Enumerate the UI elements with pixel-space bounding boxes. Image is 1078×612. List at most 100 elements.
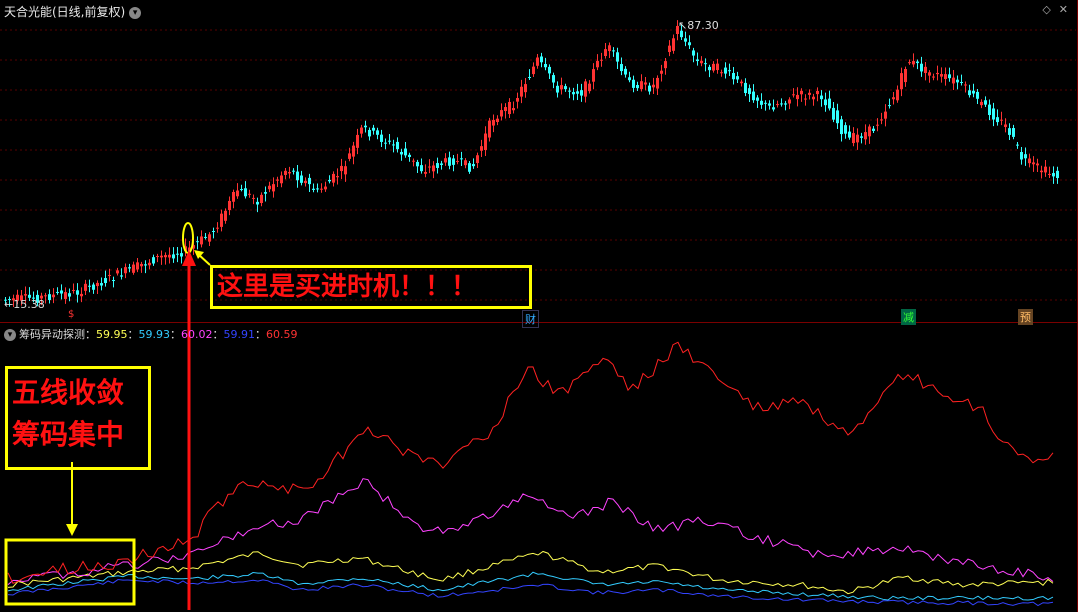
candle-body (464, 160, 467, 166)
candle-body (296, 171, 299, 181)
candle-body (492, 119, 495, 126)
close-icon[interactable]: ✕ (1059, 3, 1068, 16)
candle-body (396, 141, 399, 150)
candle-body (264, 192, 267, 194)
candle-body (196, 241, 199, 243)
candle-body (1056, 170, 1059, 179)
candle-body (228, 200, 231, 211)
candle-body (952, 77, 955, 84)
candle-body (616, 52, 619, 62)
candle-body (740, 81, 743, 84)
candle-body (1008, 128, 1011, 135)
candle-body (252, 197, 255, 199)
candle-body (524, 84, 527, 93)
indicator-line-red (7, 341, 1054, 584)
candle-body (660, 70, 663, 74)
candle-body (780, 103, 783, 105)
candle-body (340, 165, 343, 172)
candle-body (792, 94, 795, 96)
candle-body (72, 289, 75, 291)
candle-body (256, 201, 259, 205)
candle-body (180, 253, 183, 257)
indicator-line-magenta (7, 478, 1054, 586)
candle-body (904, 69, 907, 83)
candle-body (860, 136, 863, 138)
candle-body (528, 77, 531, 79)
candle-body (472, 164, 475, 167)
chevron-down-icon[interactable]: ▾ (4, 329, 16, 341)
candle-body (392, 144, 395, 146)
candle-body (52, 294, 55, 298)
candle-body (1024, 154, 1027, 159)
candle-body (152, 257, 155, 264)
candle-body (768, 103, 771, 106)
candle-body (120, 275, 123, 277)
candle-body (684, 38, 687, 42)
candle-body (944, 74, 947, 79)
candle-body (56, 291, 59, 293)
chevron-down-icon[interactable]: ▾ (129, 6, 142, 19)
event-tag-cai[interactable]: 财 (522, 310, 539, 328)
candle-body (892, 97, 895, 100)
candle-body (696, 59, 699, 62)
event-tag-yu[interactable]: 预 (1018, 309, 1033, 325)
candle-body (200, 236, 203, 245)
candle-body (88, 285, 91, 287)
candle-body (756, 97, 759, 101)
candle-body (984, 100, 987, 105)
candle-body (304, 180, 307, 184)
candle-body (220, 213, 223, 227)
five-line-callout: 五线收敛 筹码集中 (5, 366, 151, 470)
candle-body (668, 45, 671, 53)
candle-body (272, 184, 275, 192)
candle-body (232, 191, 235, 202)
candle-body (308, 177, 311, 185)
candle-body (424, 171, 427, 174)
candle-body (596, 60, 599, 68)
candle-body (412, 160, 415, 162)
candle-body (760, 100, 763, 105)
candle-body (800, 90, 803, 95)
candle-body (344, 166, 347, 175)
candle-body (224, 210, 227, 221)
candle-body (420, 165, 423, 172)
candle-body (404, 148, 407, 156)
candle-body (536, 57, 539, 66)
candle-body (312, 188, 315, 190)
candle-body (1000, 119, 1003, 121)
diamond-icon[interactable]: ◇ (1042, 3, 1050, 16)
indicator-line-yellow (7, 550, 1054, 595)
event-tag-jian[interactable]: 减 (901, 309, 916, 325)
convergence-box (4, 538, 136, 606)
buy-timing-callout: 这里是买进时机！！！ (210, 265, 532, 309)
candle-body (480, 146, 483, 151)
candle-body (912, 61, 915, 65)
candle-body (552, 75, 555, 83)
indicator-value-5: 60.59 (266, 328, 298, 341)
candle-body (352, 145, 355, 157)
candle-body (564, 86, 567, 90)
pointer-arrow-head (66, 524, 78, 536)
candle-body (672, 38, 675, 51)
candle-body (348, 153, 351, 159)
candle-body (636, 85, 639, 89)
candle-body (576, 91, 579, 94)
candle-body (428, 166, 431, 168)
candle-body (928, 72, 931, 76)
candle-body (260, 194, 263, 204)
candle-body (856, 134, 859, 143)
candle-body (476, 155, 479, 164)
event-tag-s[interactable]: $ (66, 309, 76, 320)
indicator-line-cyan (7, 571, 1054, 601)
candle-body (364, 125, 367, 128)
high-price-value: 87.30 (687, 19, 719, 32)
candle-body (560, 85, 563, 90)
candle-body (160, 255, 163, 258)
candle-body (324, 186, 327, 190)
indicator-value-3: 60.02 (181, 328, 213, 341)
high-price-label: ↖87.30 (678, 19, 719, 32)
candle-body (816, 90, 819, 95)
candle-body (164, 255, 167, 258)
candle-body (940, 74, 943, 77)
candle-body (916, 61, 919, 64)
